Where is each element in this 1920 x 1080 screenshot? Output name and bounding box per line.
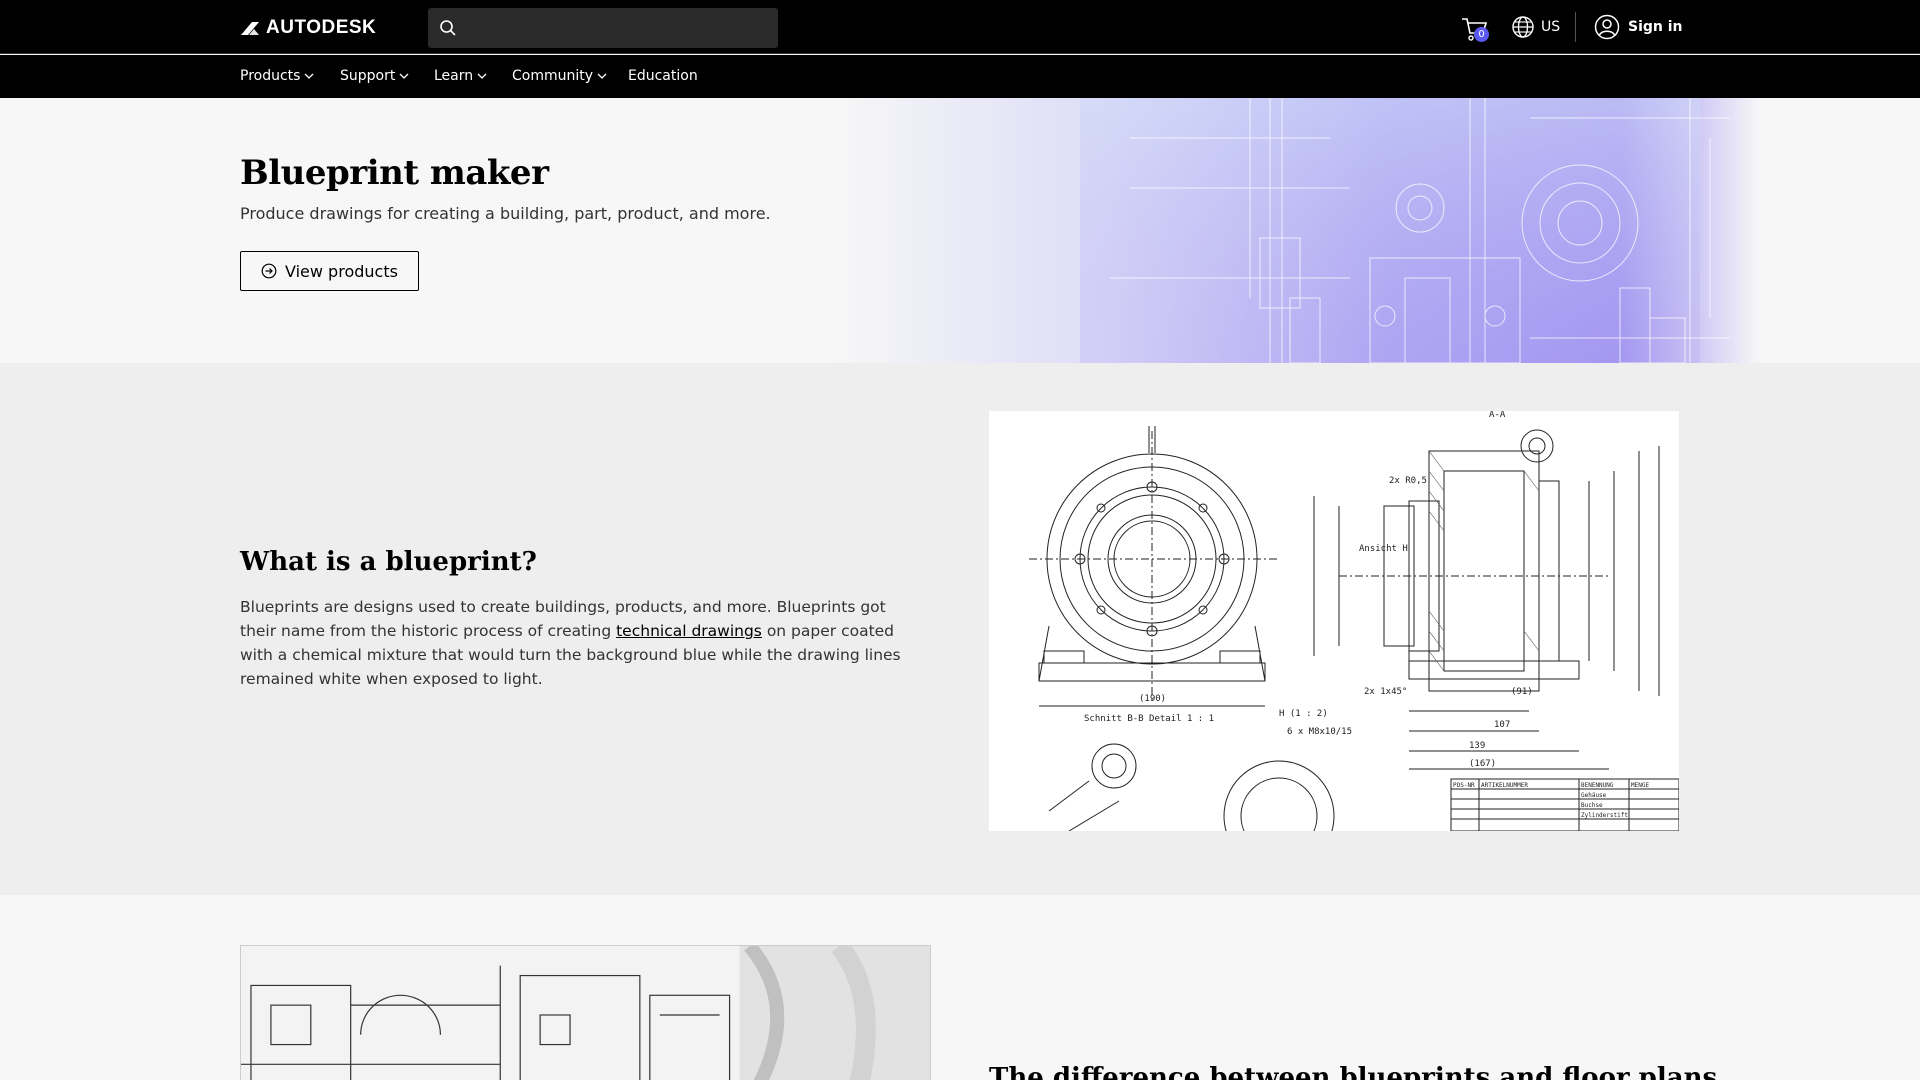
drawing-label: 2x R0,5	[1389, 476, 1427, 486]
main-nav: Products Support Learn Community Educati…	[0, 55, 1920, 98]
nav-item-community[interactable]: Community	[512, 68, 607, 84]
header-divider	[1575, 12, 1576, 42]
chevron-down-icon	[477, 73, 487, 79]
nav-item-learn[interactable]: Learn	[434, 68, 487, 84]
sign-in-label: Sign in	[1628, 19, 1683, 35]
view-products-label: View products	[285, 261, 398, 281]
chevron-down-icon	[304, 73, 314, 79]
drawing-label: (91)	[1511, 687, 1533, 697]
drawing-label: (190)	[1139, 694, 1166, 704]
globe-icon	[1512, 16, 1534, 38]
drawing-label: 107	[1494, 720, 1510, 730]
drawing-label: Ansicht H	[1359, 544, 1408, 554]
page-title: Blueprint maker	[240, 153, 549, 193]
nav-item-label: Learn	[434, 68, 474, 84]
region-label: US	[1541, 19, 1561, 35]
sign-in-button[interactable]: Sign in	[1594, 14, 1683, 40]
nav-item-education[interactable]: Education	[628, 68, 698, 84]
floor-plan-image	[240, 945, 931, 1080]
nav-item-label: Community	[512, 68, 594, 84]
chevron-down-icon	[399, 73, 409, 79]
nav-item-support[interactable]: Support	[340, 68, 409, 84]
hero-blueprint-image	[830, 98, 1760, 363]
section-heading: What is a blueprint?	[240, 547, 537, 577]
technical-drawing-image: A-A 2x R0,5 Ansicht H (190) Schnitt B-B …	[989, 411, 1679, 831]
search-input[interactable]	[468, 8, 768, 48]
nav-item-products[interactable]: Products	[240, 68, 314, 84]
floor-plans-section: The difference between blueprints and fl…	[0, 895, 1920, 1080]
view-products-button[interactable]: View products	[240, 251, 419, 291]
autodesk-logo-icon	[241, 22, 259, 35]
cart-count-badge: 0	[1474, 27, 1489, 42]
drawing-label: H (1 : 2)	[1279, 709, 1328, 719]
hero-subtitle: Produce drawings for creating a building…	[240, 204, 771, 223]
drawing-label: 6 x M8x10/15	[1287, 727, 1352, 737]
autodesk-logo[interactable]: AUTODESK	[240, 17, 376, 39]
arrow-circle-right-icon	[261, 263, 277, 279]
hero-section: Blueprint maker Produce drawings for cre…	[0, 98, 1920, 363]
top-bar: AUTODESK 0 US Sign in	[0, 0, 1920, 54]
drawing-label: 139	[1469, 741, 1485, 751]
drawing-label: Buchse	[1581, 802, 1603, 809]
section-body: Blueprints are designs used to create bu…	[240, 595, 920, 691]
drawing-label: ARTIKELNUMMER	[1481, 782, 1528, 789]
drawing-label: POS-NR	[1453, 782, 1475, 789]
user-icon	[1594, 14, 1620, 40]
what-is-blueprint-section: What is a blueprint? Blueprints are desi…	[0, 363, 1920, 895]
drawing-label: Zylinderstift	[1581, 812, 1628, 819]
nav-item-label: Support	[340, 68, 396, 84]
logo-text: AUTODESK	[266, 17, 377, 38]
drawing-label: Schnitt B-B Detail 1 : 1	[1084, 714, 1214, 724]
drawing-label: MENGE	[1631, 782, 1649, 789]
nav-item-label: Education	[628, 68, 698, 84]
section-heading: The difference between blueprints and fl…	[989, 1063, 1718, 1080]
chevron-down-icon	[597, 73, 607, 79]
search-icon[interactable]	[438, 18, 458, 38]
drawing-label: A-A	[1489, 411, 1506, 420]
drawing-label: 2x 1x45°	[1364, 687, 1407, 697]
region-selector[interactable]: US	[1511, 15, 1560, 39]
drawing-label: Gehäuse	[1581, 792, 1607, 799]
technical-drawings-link[interactable]: technical drawings	[616, 622, 762, 640]
drawing-label: (167)	[1469, 759, 1496, 769]
search-bar[interactable]	[428, 8, 778, 48]
nav-item-label: Products	[240, 68, 301, 84]
drawing-label: BENENNUNG	[1581, 782, 1614, 789]
